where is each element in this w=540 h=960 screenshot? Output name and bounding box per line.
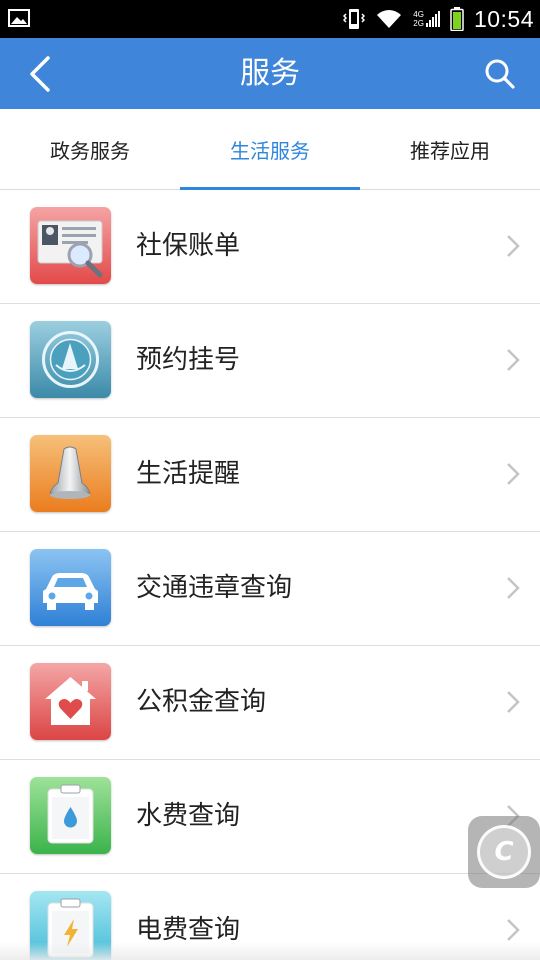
tab-government-services[interactable]: 政务服务 bbox=[0, 109, 180, 189]
item-label: 生活提醒 bbox=[136, 459, 241, 489]
image-notification-icon bbox=[8, 9, 30, 27]
house-heart-icon bbox=[30, 663, 111, 740]
page-title: 服务 bbox=[240, 56, 300, 91]
item-label: 交通违章查询 bbox=[136, 573, 293, 603]
hospital-emblem-icon bbox=[30, 321, 111, 398]
status-icons: 4G 2G 10:54 bbox=[343, 0, 534, 38]
signal-icon bbox=[425, 11, 440, 27]
chevron-right-icon bbox=[507, 919, 520, 941]
floating-button-letter: C bbox=[494, 837, 514, 867]
item-label: 公积金查询 bbox=[136, 687, 267, 717]
list-item-life-reminder[interactable]: 生活提醒 bbox=[0, 418, 540, 532]
lightning-clipboard-icon bbox=[30, 891, 111, 960]
service-tabs: 政务服务 生活服务 推荐应用 bbox=[0, 109, 540, 190]
clock-time: 10:54 bbox=[473, 5, 534, 32]
network-2g-label: 2G bbox=[413, 19, 424, 28]
car-icon bbox=[30, 549, 111, 626]
list-item-traffic-violation-query[interactable]: 交通违章查询 bbox=[0, 532, 540, 646]
network-4g-label: 4G bbox=[413, 10, 424, 19]
app-bar: 服务 bbox=[0, 38, 540, 109]
item-label: 水费查询 bbox=[136, 801, 241, 831]
id-card-magnifier-icon bbox=[30, 207, 111, 284]
search-button[interactable] bbox=[480, 54, 520, 94]
tab-recommended-apps[interactable]: 推荐应用 bbox=[360, 109, 540, 189]
back-button[interactable] bbox=[18, 52, 62, 96]
water-drop-clipboard-icon bbox=[30, 777, 111, 854]
list-item-social-security-bill[interactable]: 社保账单 bbox=[0, 190, 540, 304]
floating-c-icon: C bbox=[477, 825, 531, 879]
list-item-appointment-registration[interactable]: 预约挂号 bbox=[0, 304, 540, 418]
floating-assistant-button[interactable]: C bbox=[468, 816, 540, 888]
chevron-right-icon bbox=[507, 691, 520, 713]
list-item-water-bill-query[interactable]: 水费查询 bbox=[0, 760, 540, 874]
item-label: 电费查询 bbox=[136, 915, 241, 945]
chevron-right-icon bbox=[507, 235, 520, 257]
chevron-right-icon bbox=[507, 349, 520, 371]
vibrate-icon bbox=[343, 9, 366, 29]
list-item-electricity-bill-query[interactable]: 电费查询 bbox=[0, 874, 540, 960]
search-icon bbox=[485, 59, 515, 89]
list-item-housing-fund-query[interactable]: 公积金查询 bbox=[0, 646, 540, 760]
tab-life-services[interactable]: 生活服务 bbox=[180, 109, 360, 190]
service-list: 社保账单 预约挂号 生活提醒 交通违章查询 公积金查询 水费查询 电费查询 bbox=[0, 190, 540, 960]
item-label: 预约挂号 bbox=[136, 345, 241, 375]
chevron-right-icon bbox=[507, 577, 520, 599]
chevron-left-icon bbox=[30, 56, 50, 92]
status-bar: 4G 2G 10:54 bbox=[0, 0, 540, 38]
wifi-icon bbox=[377, 10, 402, 28]
bell-icon bbox=[30, 435, 111, 512]
battery-icon bbox=[450, 7, 464, 31]
item-label: 社保账单 bbox=[136, 231, 241, 261]
chevron-right-icon bbox=[507, 463, 520, 485]
signal-indicator: 4G 2G bbox=[413, 9, 440, 29]
